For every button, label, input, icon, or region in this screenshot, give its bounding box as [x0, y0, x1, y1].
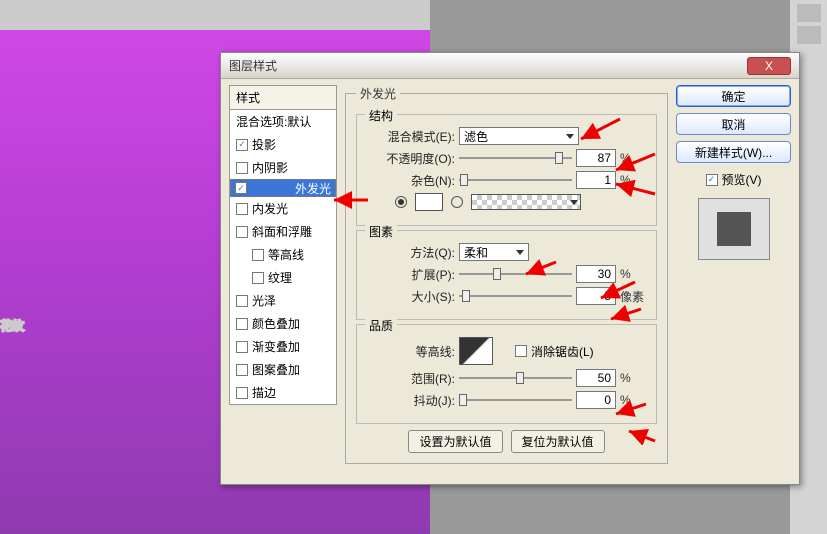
- preview-label: 预览(V): [722, 171, 762, 188]
- blend-mode-label: 混合模式(E):: [365, 128, 455, 145]
- checkbox-icon[interactable]: [236, 295, 248, 307]
- settings-column: 外发光 结构 混合模式(E): 滤色 不透明度(O): 87 % 杂色(N):: [345, 85, 668, 470]
- chevron-down-icon: [570, 200, 578, 205]
- jitter-input[interactable]: 0: [576, 391, 616, 409]
- checkbox-icon[interactable]: [236, 318, 248, 330]
- preview-checkbox[interactable]: ✓: [706, 174, 718, 186]
- noise-input[interactable]: 1: [576, 171, 616, 189]
- style-gradient-overlay[interactable]: 渐变叠加: [230, 335, 336, 358]
- noise-unit: %: [620, 173, 648, 187]
- dialog-titlebar[interactable]: 图层样式 X: [221, 53, 799, 79]
- dialog-title: 图层样式: [223, 57, 747, 74]
- checkbox-icon[interactable]: [236, 162, 248, 174]
- layer-style-dialog: 图层样式 X 样式 混合选项:默认 ✓投影 内阴影 ✓外发光 内发光 斜面和浮雕…: [220, 52, 800, 485]
- jitter-slider[interactable]: [459, 392, 572, 408]
- style-contour[interactable]: 等高线: [230, 243, 336, 266]
- style-texture[interactable]: 纹理: [230, 266, 336, 289]
- style-bevel-emboss[interactable]: 斜面和浮雕: [230, 220, 336, 243]
- size-label: 大小(S):: [365, 288, 455, 305]
- size-slider[interactable]: [459, 288, 572, 304]
- spread-label: 扩展(P):: [365, 266, 455, 283]
- blend-options-row[interactable]: 混合选项:默认: [230, 110, 336, 133]
- blend-mode-select[interactable]: 滤色: [459, 127, 579, 145]
- structure-legend: 结构: [365, 107, 397, 124]
- checkbox-icon[interactable]: [252, 272, 264, 284]
- new-style-button[interactable]: 新建样式(W)...: [676, 141, 791, 163]
- style-inner-glow[interactable]: 内发光: [230, 197, 336, 220]
- svg-text:花纹: 花纹: [0, 318, 25, 333]
- panel-icon[interactable]: [797, 26, 821, 44]
- jitter-unit: %: [620, 393, 648, 407]
- style-satin[interactable]: 光泽: [230, 289, 336, 312]
- styles-header[interactable]: 样式: [229, 85, 337, 110]
- range-unit: %: [620, 371, 648, 385]
- anti-alias-label: 消除锯齿(L): [531, 343, 594, 360]
- range-input[interactable]: 50: [576, 369, 616, 387]
- style-outer-glow[interactable]: ✓外发光: [230, 179, 336, 197]
- size-input[interactable]: 5: [576, 287, 616, 305]
- opacity-label: 不透明度(O):: [365, 150, 455, 167]
- elements-group: 图素 方法(Q): 柔和 扩展(P): 30 % 大小(S): 5: [356, 230, 657, 320]
- opacity-unit: %: [620, 151, 648, 165]
- checkbox-icon[interactable]: ✓: [235, 182, 247, 194]
- technique-label: 方法(Q):: [365, 244, 455, 261]
- checkbox-icon[interactable]: [236, 226, 248, 238]
- decorative-text-art: 花纹: [0, 250, 220, 430]
- checkbox-icon[interactable]: [252, 249, 264, 261]
- style-color-overlay[interactable]: 颜色叠加: [230, 312, 336, 335]
- outer-glow-fieldset: 外发光 结构 混合模式(E): 滤色 不透明度(O): 87 % 杂色(N):: [345, 85, 668, 464]
- opacity-input[interactable]: 87: [576, 149, 616, 167]
- quality-legend: 品质: [365, 317, 397, 334]
- technique-select[interactable]: 柔和: [459, 243, 529, 261]
- color-radio[interactable]: [395, 196, 407, 208]
- spread-input[interactable]: 30: [576, 265, 616, 283]
- opacity-slider[interactable]: [459, 150, 572, 166]
- contour-picker[interactable]: [459, 337, 493, 365]
- range-label: 范围(R):: [365, 370, 455, 387]
- noise-label: 杂色(N):: [365, 172, 455, 189]
- dialog-right-column: 确定 取消 新建样式(W)... ✓ 预览(V): [676, 85, 791, 470]
- spread-unit: %: [620, 267, 648, 281]
- structure-group: 结构 混合模式(E): 滤色 不透明度(O): 87 % 杂色(N):: [356, 114, 657, 226]
- size-unit: 像素: [620, 288, 648, 305]
- style-pattern-overlay[interactable]: 图案叠加: [230, 358, 336, 381]
- checkbox-icon[interactable]: [236, 387, 248, 399]
- styles-list: 混合选项:默认 ✓投影 内阴影 ✓外发光 内发光 斜面和浮雕 等高线 纹理 光泽…: [229, 110, 337, 405]
- preview-swatch: [698, 198, 770, 260]
- checkbox-icon[interactable]: [236, 341, 248, 353]
- jitter-label: 抖动(J):: [365, 392, 455, 409]
- contour-label: 等高线:: [365, 343, 455, 360]
- checkbox-icon[interactable]: [236, 364, 248, 376]
- quality-group: 品质 等高线: 消除锯齿(L) 范围(R): 50 %: [356, 324, 657, 424]
- elements-legend: 图素: [365, 223, 397, 240]
- styles-column: 样式 混合选项:默认 ✓投影 内阴影 ✓外发光 内发光 斜面和浮雕 等高线 纹理…: [229, 85, 337, 470]
- reset-default-button[interactable]: 复位为默认值: [511, 430, 605, 453]
- anti-alias-checkbox[interactable]: [515, 345, 527, 357]
- spread-slider[interactable]: [459, 266, 572, 282]
- gradient-picker[interactable]: [471, 194, 581, 210]
- style-drop-shadow[interactable]: ✓投影: [230, 133, 336, 156]
- noise-slider[interactable]: [459, 172, 572, 188]
- outer-glow-legend: 外发光: [356, 85, 400, 102]
- canvas-frame-top: [0, 0, 430, 30]
- close-button[interactable]: X: [747, 57, 791, 75]
- set-default-button[interactable]: 设置为默认值: [408, 430, 502, 453]
- style-inner-shadow[interactable]: 内阴影: [230, 156, 336, 179]
- cancel-button[interactable]: 取消: [676, 113, 791, 135]
- checkbox-icon[interactable]: ✓: [236, 139, 248, 151]
- range-slider[interactable]: [459, 370, 572, 386]
- chevron-down-icon: [516, 250, 524, 255]
- color-swatch[interactable]: [415, 193, 443, 211]
- style-stroke[interactable]: 描边: [230, 381, 336, 404]
- chevron-down-icon: [566, 134, 574, 139]
- panel-icon[interactable]: [797, 4, 821, 22]
- gradient-radio[interactable]: [451, 196, 463, 208]
- ok-button[interactable]: 确定: [676, 85, 791, 107]
- close-icon: X: [765, 59, 773, 73]
- checkbox-icon[interactable]: [236, 203, 248, 215]
